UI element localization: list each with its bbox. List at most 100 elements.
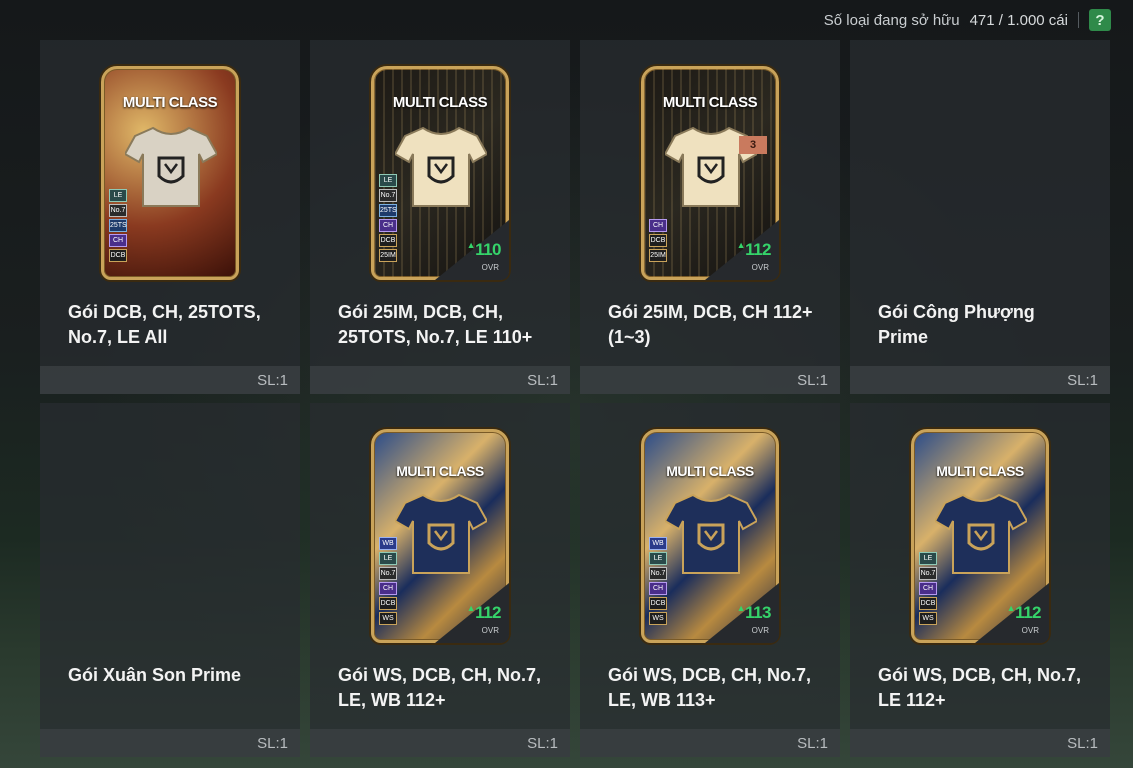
ovr-up-arrow-icon: ▲ bbox=[466, 603, 476, 613]
pack-card-image: MULTI CLASS LE No.7 25TS CH DCB bbox=[101, 66, 239, 280]
pack-quantity-bar: SL:1 bbox=[850, 729, 1110, 757]
divider bbox=[1078, 12, 1079, 28]
card-tag: LE bbox=[379, 552, 397, 565]
pack-title: Gói WS, DCB, CH, No.7, LE 112+ bbox=[878, 665, 1082, 710]
pack-tile[interactable]: MULTI CLASS LE No.7 25TS CH DCB Gói DCB, CH, 2… bbox=[40, 40, 300, 394]
ovr-up-arrow-icon: ▲ bbox=[736, 240, 746, 250]
pack-tile-body: MULTI CLASS LE No.7 25TS CH DCB 25IM ▲110 OVR Gói… bbox=[310, 40, 570, 366]
jersey-icon bbox=[663, 491, 759, 575]
ovr-value: ▲112 bbox=[1007, 603, 1042, 623]
pack-card-image: MULTI CLASS WB LE No.7 CH DCB WS ▲112 OVR bbox=[371, 429, 509, 643]
ovr-up-arrow-icon: ▲ bbox=[736, 603, 746, 613]
pack-tile[interactable]: MULTI CLASS LE No.7 CH DCB WS ▲112 OVR Gói WS, D… bbox=[850, 403, 1110, 757]
card-tag: WS bbox=[649, 612, 667, 625]
card-tag: No.7 bbox=[919, 567, 937, 580]
card-tag: WS bbox=[919, 612, 937, 625]
card-class-label: MULTI CLASS bbox=[122, 94, 218, 111]
jersey-icon bbox=[393, 491, 489, 575]
pack-quantity: SL:1 bbox=[257, 371, 288, 389]
card-tag: DCB bbox=[649, 597, 667, 610]
ovr-label: OVR bbox=[1021, 626, 1039, 635]
pack-tile-body: MULTI CLASS LE No.7 25TS CH DCB Gói DCB, CH, 2… bbox=[40, 40, 300, 366]
card-tag: 25IM bbox=[649, 249, 667, 262]
pack-tile-body: MULTI CLASS CH DCB 25IM 3 ▲112 OVR Gói 25IM, DC… bbox=[580, 40, 840, 366]
card-class-label: MULTI CLASS bbox=[662, 94, 758, 111]
ovr-label: OVR bbox=[481, 263, 499, 272]
ovr-label: OVR bbox=[481, 626, 499, 635]
card-tag-list: WB LE No.7 CH DCB WS bbox=[379, 537, 397, 625]
pack-quantity-bar: SL:1 bbox=[310, 729, 570, 757]
ovr-number: 112 bbox=[1015, 603, 1041, 622]
pack-quantity: SL:1 bbox=[1067, 734, 1098, 752]
pack-title: Gói Công Phượng Prime bbox=[878, 302, 1035, 347]
card-tag: LE bbox=[649, 552, 667, 565]
pack-tile-body: MULTI CLASS WB LE No.7 CH DCB WS ▲113 OVR Gói WS,… bbox=[580, 403, 840, 729]
card-tag: 25TS bbox=[109, 219, 127, 232]
owned-label: Số loại đang sở hữu bbox=[823, 11, 960, 29]
jersey-icon bbox=[933, 491, 1029, 575]
pack-tile-body: MULTI CLASS WB LE No.7 CH DCB WS ▲112 OVR Gói WS,… bbox=[310, 403, 570, 729]
ovr-number: 113 bbox=[745, 603, 771, 622]
pack-title: Gói WS, DCB, CH, No.7, LE, WB 112+ bbox=[338, 665, 542, 710]
card-tag: No.7 bbox=[109, 204, 127, 217]
pack-tile-body: MULTI CLASS LE No.7 CH DCB WS ▲112 OVR Gói WS, D… bbox=[850, 403, 1110, 729]
pack-quantity: SL:1 bbox=[257, 734, 288, 752]
owned-count: 471 / 1.000 cái bbox=[969, 11, 1068, 29]
card-class-label: MULTI CLASS bbox=[396, 463, 484, 479]
card-tag: LE bbox=[379, 174, 397, 187]
card-class-label: MULTI CLASS bbox=[936, 463, 1024, 479]
card-tag: DCB bbox=[649, 234, 667, 247]
card-tag: WB bbox=[379, 537, 397, 550]
card-tag: 25TS bbox=[379, 204, 397, 217]
help-button[interactable]: ? bbox=[1089, 9, 1111, 31]
ovr-up-arrow-icon: ▲ bbox=[466, 240, 476, 250]
ovr-value: ▲112 bbox=[466, 603, 502, 623]
pack-tile[interactable]: MULTI CLASS WB LE No.7 CH DCB WS ▲113 OVR Gói WS,… bbox=[580, 403, 840, 757]
ovr-number: 112 bbox=[475, 603, 501, 622]
card-count-badge: 3 bbox=[739, 136, 767, 154]
pack-quantity: SL:1 bbox=[797, 371, 828, 389]
pack-tile[interactable]: MULTI CLASS LE No.7 25TS CH DCB 25IM ▲110 OVR Gói… bbox=[310, 40, 570, 394]
jersey-icon bbox=[393, 124, 489, 208]
card-tag-list: LE No.7 CH DCB WS bbox=[919, 552, 937, 625]
card-class-label: MULTI CLASS bbox=[666, 463, 754, 479]
card-tag: WS bbox=[379, 612, 397, 625]
ovr-label: OVR bbox=[751, 263, 769, 272]
card-tag: No.7 bbox=[379, 189, 397, 202]
pack-tile[interactable]: MULTI CLASS WB LE No.7 CH DCB WS ▲112 OVR Gói WS,… bbox=[310, 403, 570, 757]
card-tag: WB bbox=[649, 537, 667, 550]
pack-tile[interactable]: Gói Công Phượng Prime SL:1 bbox=[850, 40, 1110, 394]
card-tag: CH bbox=[919, 582, 937, 595]
pack-title: Gói 25IM, DCB, CH 112+ (1~3) bbox=[608, 302, 813, 347]
card-tag: No.7 bbox=[649, 567, 667, 580]
pack-title: Gói 25IM, DCB, CH, 25TOTS, No.7, LE 110+ bbox=[338, 302, 533, 347]
ovr-value: ▲112 bbox=[736, 240, 772, 260]
pack-quantity-bar: SL:1 bbox=[580, 366, 840, 394]
card-tag: DCB bbox=[109, 249, 127, 262]
pack-card-image: MULTI CLASS CH DCB 25IM 3 ▲112 OVR bbox=[641, 66, 779, 280]
pack-quantity: SL:1 bbox=[527, 371, 558, 389]
pack-quantity-bar: SL:1 bbox=[40, 366, 300, 394]
ovr-number: 110 bbox=[475, 240, 501, 259]
card-tag-list: LE No.7 25TS CH DCB 25IM bbox=[379, 174, 397, 262]
pack-tile-body: Gói Công Phượng Prime bbox=[850, 40, 1110, 366]
ovr-label: OVR bbox=[751, 626, 769, 635]
card-tag: CH bbox=[109, 234, 127, 247]
pack-quantity-bar: SL:1 bbox=[580, 729, 840, 757]
pack-tile[interactable]: MULTI CLASS CH DCB 25IM 3 ▲112 OVR Gói 25IM, DC… bbox=[580, 40, 840, 394]
card-tag: LE bbox=[919, 552, 937, 565]
pack-title: Gói DCB, CH, 25TOTS, No.7, LE All bbox=[68, 302, 261, 347]
pack-quantity: SL:1 bbox=[797, 734, 828, 752]
card-tag-list: WB LE No.7 CH DCB WS bbox=[649, 537, 667, 625]
pack-title: Gói WS, DCB, CH, No.7, LE, WB 113+ bbox=[608, 665, 812, 710]
card-tag: DCB bbox=[919, 597, 937, 610]
card-tag-list: CH DCB 25IM bbox=[649, 219, 667, 262]
jersey-icon bbox=[123, 124, 219, 208]
ovr-number: 112 bbox=[745, 240, 771, 259]
card-tag: DCB bbox=[379, 597, 397, 610]
inventory-header: Số loại đang sở hữu 471 / 1.000 cái ? bbox=[0, 0, 1133, 40]
pack-quantity: SL:1 bbox=[1067, 371, 1098, 389]
pack-quantity-bar: SL:1 bbox=[310, 366, 570, 394]
pack-tile[interactable]: Gói Xuân Son Prime SL:1 bbox=[40, 403, 300, 757]
card-class-label: MULTI CLASS bbox=[392, 94, 488, 111]
